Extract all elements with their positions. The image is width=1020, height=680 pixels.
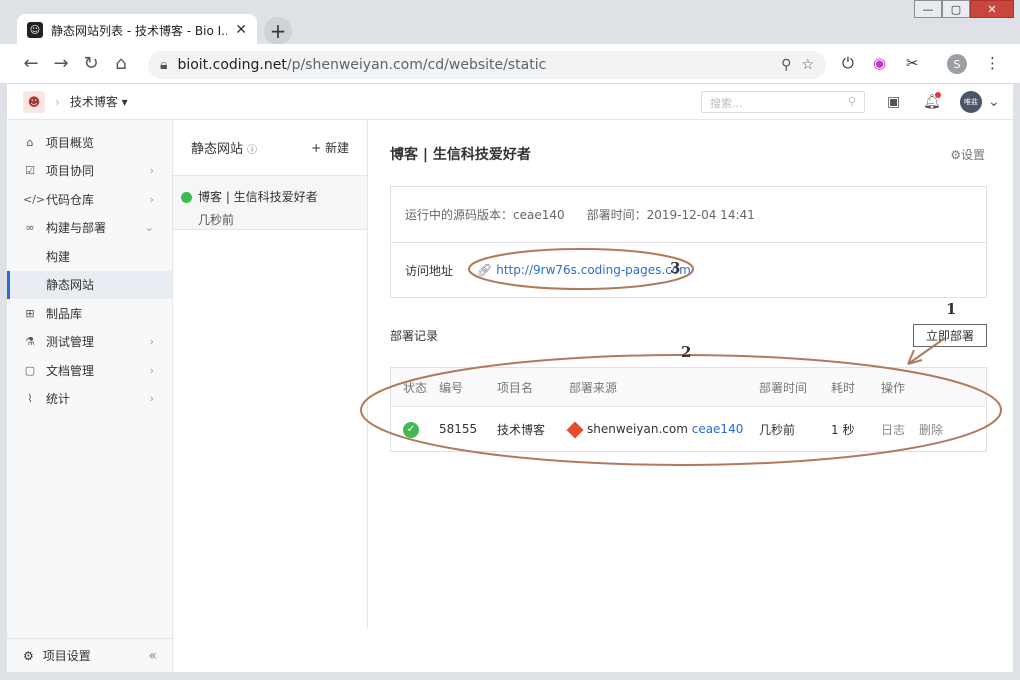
annotation-overlay <box>360 248 1002 466</box>
annotation-label-2: 2 <box>681 343 692 361</box>
annotation-label-3: 3 <box>670 259 681 277</box>
annotation-ellipse-url <box>468 248 694 290</box>
annotation-label-1: 1 <box>946 300 957 318</box>
annotation-ellipse-table <box>360 354 1002 466</box>
annotation-arrow <box>907 337 946 365</box>
